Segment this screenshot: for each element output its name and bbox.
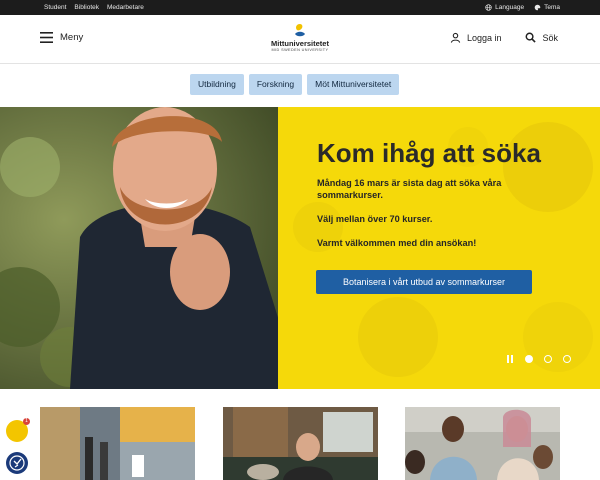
globe-icon [485, 4, 492, 11]
utility-links: Student Bibliotek Medarbetare [44, 0, 144, 15]
main-nav: Utbildning Forskning Möt Mittuniversitet… [0, 63, 600, 107]
hero-paragraph: Välj mellan över 70 kurser. [317, 214, 433, 224]
carousel-dot-1[interactable] [525, 355, 533, 363]
login-button[interactable]: Logga in [450, 32, 502, 43]
hamburger-icon [40, 32, 53, 43]
language-label: Language [495, 4, 525, 11]
university-logo[interactable]: Mittuniversitetet MID SWEDEN UNIVERSITY [262, 23, 338, 59]
card-image-home-study[interactable] [223, 407, 378, 480]
library-link[interactable]: Bibliotek [74, 4, 99, 11]
language-button[interactable]: Language [485, 4, 524, 11]
carousel-dot-2[interactable] [544, 355, 552, 363]
hero-banner: Kom ihåg att söka Måndag 16 mars är sist… [0, 107, 600, 389]
theme-button[interactable]: Tema [534, 4, 560, 11]
theme-label: Tema [544, 4, 560, 11]
carousel-controls [506, 355, 571, 363]
accessibility-button[interactable] [6, 452, 28, 474]
hero-title: Kom ihåg att söka [317, 138, 541, 168]
student-link[interactable]: Student [44, 4, 66, 11]
news-cards [0, 389, 600, 480]
hero-paragraph: Måndag 16 mars är sista dag att söka vår… [317, 178, 502, 200]
nav-meet-university[interactable]: Möt Mittuniversitetet [307, 74, 400, 95]
staff-link[interactable]: Medarbetare [107, 4, 144, 11]
pause-icon[interactable] [506, 355, 514, 363]
search-button[interactable]: Sök [525, 32, 558, 43]
login-label: Logga in [466, 32, 502, 43]
card-image-students[interactable] [405, 407, 560, 480]
logo-subtitle: MID SWEDEN UNIVERSITY [271, 48, 329, 52]
chat-badge: 1 [23, 418, 30, 425]
nav-research[interactable]: Forskning [248, 74, 303, 95]
utility-bar: Student Bibliotek Medarbetare Language T… [0, 0, 600, 15]
hero-portrait-image [0, 107, 320, 389]
logo-mark-icon [295, 24, 305, 37]
palette-icon [534, 4, 541, 11]
menu-button[interactable]: Meny [40, 32, 83, 43]
logo-name: Mittuniversitetet [271, 39, 329, 48]
user-icon [450, 32, 461, 43]
carousel-dot-3[interactable] [563, 355, 571, 363]
chat-widget-button[interactable]: 1 [6, 418, 30, 442]
nav-education[interactable]: Utbildning [190, 74, 244, 95]
menu-label: Meny [60, 32, 84, 43]
accessibility-icon [9, 455, 25, 471]
card-image-campus[interactable] [40, 407, 195, 480]
hero-paragraph: Varmt välkommen med din ansökan! [317, 238, 477, 248]
summer-courses-button[interactable]: Botanisera i vårt utbud av sommarkurser [316, 270, 532, 294]
hero-body: Måndag 16 mars är sista dag att söka vår… [317, 177, 517, 261]
search-label: Sök [542, 32, 558, 43]
site-header: Meny Mittuniversitetet MID SWEDEN UNIVER… [0, 15, 600, 64]
search-icon [526, 32, 537, 43]
